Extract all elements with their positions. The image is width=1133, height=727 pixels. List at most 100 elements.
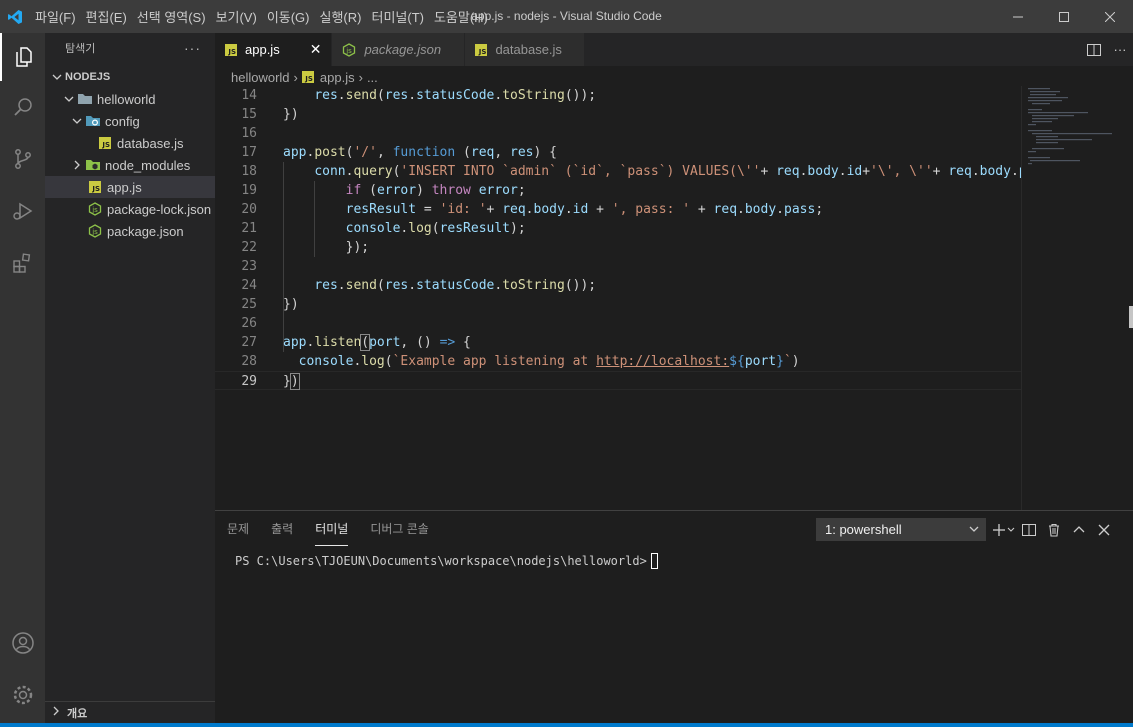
code-line: 24 res.send(res.statusCode.toString());	[215, 276, 1021, 295]
code-line: 16	[215, 124, 1021, 143]
tree-item-app-js[interactable]: JS app.js	[45, 176, 215, 198]
line-number: 29	[241, 374, 257, 389]
chevron-right-icon	[51, 706, 61, 719]
javascript-file-icon: JS	[475, 43, 488, 56]
activity-bar	[0, 33, 45, 723]
terminal-output[interactable]: PS C:\Users\TJOEUN\Documents\workspace\n…	[235, 553, 658, 569]
menu-edit[interactable]: 편집(E)	[81, 7, 132, 26]
svg-text:js: js	[91, 206, 98, 214]
tree-item-helloworld[interactable]: helloworld	[45, 88, 215, 110]
code-text: if (error) throw error;	[345, 183, 526, 198]
tab-database-js[interactable]: JS database.js	[465, 33, 586, 66]
close-icon[interactable]	[1091, 524, 1116, 536]
code-text: console.log(resResult);	[345, 221, 526, 236]
tree-item-package-lock-json[interactable]: js package-lock.json	[45, 198, 215, 220]
menu-selection[interactable]: 선택 영역(S)	[132, 7, 211, 26]
tab-debug-console[interactable]: 디버그 콘솔	[370, 511, 429, 546]
tree-item-database-js[interactable]: JS database.js	[45, 132, 215, 154]
split-editor-icon[interactable]	[1081, 43, 1107, 57]
tab-package-json[interactable]: js package.json	[332, 33, 466, 66]
chevron-down-icon	[61, 94, 77, 104]
code-text: console.log(`Example app listening at ht…	[298, 354, 800, 369]
code-editor[interactable]: 14 res.send(res.statusCode.toString()); …	[215, 86, 1021, 510]
tree-item-label: package-lock.json	[107, 201, 212, 217]
search-icon[interactable]	[0, 83, 45, 131]
tab-terminal[interactable]: 터미널	[315, 511, 349, 546]
outline-section[interactable]: 개요	[45, 701, 215, 723]
javascript-file-icon: JS	[97, 135, 113, 151]
workspace-root[interactable]: NODEJS	[45, 66, 215, 88]
breadcrumb-symbol[interactable]: ...	[367, 70, 378, 85]
editor-tabs: JS app.js ✕ js package.json JS database.…	[215, 33, 1133, 66]
code-text: app.post('/', function (req, res) {	[283, 145, 557, 160]
code-line: 23	[215, 257, 1021, 276]
code-text: res.send(res.statusCode.toString());	[314, 88, 597, 103]
minimize-button[interactable]	[995, 0, 1041, 33]
line-number: 16	[241, 126, 257, 141]
run-debug-icon[interactable]	[0, 187, 45, 235]
menu-terminal[interactable]: 터미널(T)	[366, 7, 428, 26]
breadcrumb-folder[interactable]: helloworld	[231, 70, 290, 85]
source-control-icon[interactable]	[0, 135, 45, 183]
terminal-select-value: 1: powershell	[825, 522, 902, 537]
line-number: 20	[241, 202, 257, 217]
menu-help[interactable]: 도움말(H)	[429, 7, 493, 26]
outline-label: 개요	[67, 707, 88, 720]
more-actions-icon[interactable]: ···	[1107, 42, 1133, 57]
chevron-down-icon	[969, 522, 979, 537]
tree-item-node-modules[interactable]: node_modules	[45, 154, 215, 176]
explorer-sidebar: 탐색기 ··· NODEJS helloworld config JS data…	[45, 33, 215, 723]
tab-app-js[interactable]: JS app.js ✕	[215, 33, 333, 66]
close-icon[interactable]: ✕	[310, 41, 322, 58]
code-text: })	[283, 373, 300, 390]
minimap[interactable]	[1021, 86, 1119, 510]
javascript-file-icon: JS	[301, 71, 314, 83]
menu-run[interactable]: 실행(R)	[315, 7, 367, 26]
node-json-file-icon: js	[87, 201, 103, 217]
split-terminal-icon[interactable]	[1016, 523, 1041, 537]
line-number: 26	[241, 316, 257, 331]
close-window-button[interactable]	[1087, 0, 1133, 33]
terminal-select[interactable]: 1: powershell	[816, 518, 986, 541]
maximize-button[interactable]	[1041, 0, 1087, 33]
window-controls	[995, 0, 1133, 33]
tab-output[interactable]: 출력	[271, 511, 293, 546]
panel-tabs: 문제 출력 터미널 디버그 콘솔	[227, 511, 451, 546]
trash-icon[interactable]	[1041, 523, 1066, 537]
vscode-logo-icon	[0, 0, 30, 33]
line-number: 19	[241, 183, 257, 198]
code-line: 21 console.log(resResult);	[215, 219, 1021, 238]
editor-scrollbar[interactable]	[1119, 86, 1133, 510]
chevron-up-icon[interactable]	[1066, 524, 1091, 536]
code-text: resResult = 'id: '+ req.body.id + ', pas…	[345, 202, 824, 217]
config-folder-icon	[85, 113, 101, 129]
menu-go[interactable]: 이동(G)	[262, 7, 315, 26]
line-number: 24	[241, 278, 257, 293]
tree-item-package-json[interactable]: js package.json	[45, 220, 215, 242]
explorer-header: 탐색기 ···	[45, 33, 215, 63]
chevron-down-icon	[69, 116, 85, 126]
menu-view[interactable]: 보기(V)	[211, 7, 262, 26]
line-number: 22	[241, 240, 257, 255]
breadcrumb-file[interactable]: app.js	[320, 70, 355, 85]
line-number: 18	[241, 164, 257, 179]
menu-bar: 파일(F) 편집(E) 선택 영역(S) 보기(V) 이동(G) 실행(R) 터…	[30, 0, 493, 33]
tree-item-label: app.js	[107, 179, 142, 195]
tree-item-label: database.js	[117, 135, 184, 151]
tab-label: app.js	[245, 42, 280, 57]
new-terminal-icon[interactable]	[991, 523, 1016, 537]
code-line: 14 res.send(res.statusCode.toString());	[215, 86, 1021, 105]
tree-item-config[interactable]: config	[45, 110, 215, 132]
explorer-icon[interactable]	[0, 33, 45, 81]
chevron-right-icon: ›	[293, 69, 298, 85]
extensions-icon[interactable]	[0, 239, 45, 287]
title-bar: 파일(F) 편집(E) 선택 영역(S) 보기(V) 이동(G) 실행(R) 터…	[0, 0, 1133, 33]
more-actions-icon[interactable]: ···	[184, 40, 201, 56]
account-icon[interactable]	[0, 619, 45, 667]
code-text: })	[283, 107, 299, 122]
code-line-current: 29})	[215, 371, 1021, 390]
settings-gear-icon[interactable]	[0, 671, 45, 719]
line-number: 28	[241, 354, 257, 369]
tab-problems[interactable]: 문제	[227, 511, 249, 546]
menu-file[interactable]: 파일(F)	[30, 7, 81, 26]
